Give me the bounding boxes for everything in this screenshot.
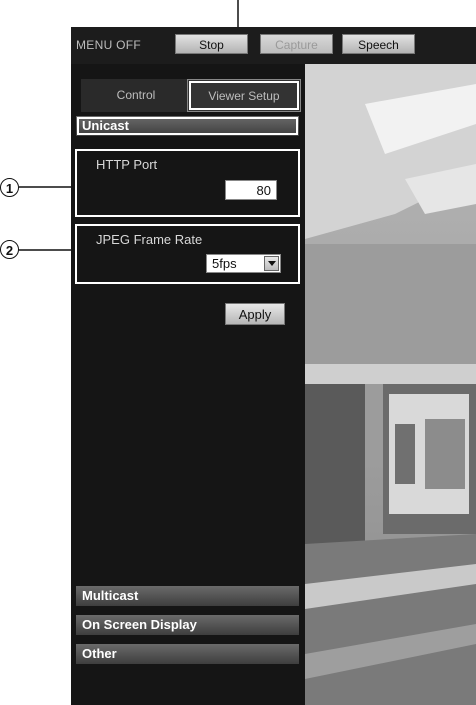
multicast-section-header[interactable]: Multicast <box>76 586 299 606</box>
top-toolbar: MENU OFF Stop Capture Speech <box>71 27 476 64</box>
stop-button[interactable]: Stop <box>175 34 248 54</box>
jpeg-frame-rate-group: JPEG Frame Rate 5fps <box>75 224 300 284</box>
apply-button[interactable]: Apply <box>225 303 285 325</box>
jpeg-frame-rate-select[interactable]: 5fps <box>206 254 281 273</box>
menu-off-label[interactable]: MENU OFF <box>76 38 141 52</box>
http-port-group: HTTP Port 80 <box>75 149 300 217</box>
tab-control[interactable]: Control <box>81 79 191 112</box>
jpeg-frame-rate-label: JPEG Frame Rate <box>96 232 203 247</box>
chevron-down-icon[interactable] <box>264 256 279 271</box>
callout-2: 2 <box>0 240 19 259</box>
jpeg-frame-rate-value: 5fps <box>212 256 237 271</box>
settings-panel: Control Viewer Setup Unicast HTTP Port 8… <box>71 64 305 705</box>
other-section-header[interactable]: Other <box>76 644 299 664</box>
callout-1: 1 <box>0 178 19 197</box>
camera-view <box>305 64 476 705</box>
capture-button[interactable]: Capture <box>260 34 333 54</box>
camera-image <box>305 64 476 705</box>
tab-viewer-setup[interactable]: Viewer Setup <box>187 79 301 112</box>
http-port-input[interactable]: 80 <box>225 180 277 200</box>
unicast-section-header[interactable]: Unicast <box>76 116 299 136</box>
speech-button[interactable]: Speech <box>342 34 415 54</box>
http-port-label: HTTP Port <box>96 157 158 172</box>
on-screen-display-section-header[interactable]: On Screen Display <box>76 615 299 635</box>
